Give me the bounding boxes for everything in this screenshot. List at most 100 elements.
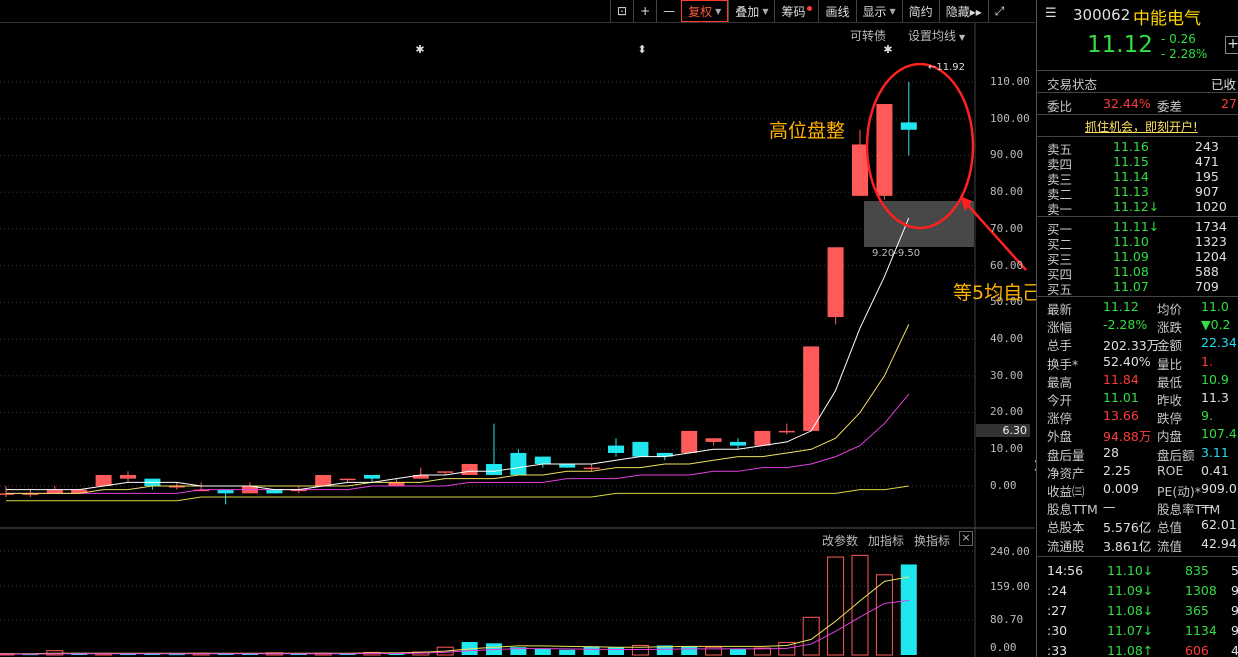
stat-label: 股息TTM bbox=[1047, 502, 1098, 518]
bid-volume: 1204 bbox=[1195, 249, 1227, 264]
stat-label: 净资产 bbox=[1047, 465, 1085, 481]
candle-body bbox=[217, 489, 234, 494]
ask-price: 11.14 bbox=[1113, 169, 1149, 184]
expand-icon: ⤢ bbox=[994, 3, 1005, 18]
candle-body bbox=[681, 430, 698, 453]
stat-label: 涨跌 bbox=[1157, 320, 1183, 336]
price-axis-label: 40.00 bbox=[990, 331, 1024, 345]
volume-bar bbox=[681, 646, 698, 655]
price-axis-label: 20.00 bbox=[990, 405, 1024, 419]
draw-line-label: 画线 bbox=[825, 4, 850, 19]
display-button[interactable]: 显示 ▼ bbox=[855, 0, 902, 22]
stat-value: 62.01 bbox=[1201, 517, 1237, 533]
tick-price: 11.08↓ bbox=[1107, 603, 1154, 618]
draw-line-button[interactable]: 画线 bbox=[818, 0, 855, 22]
bid-price: 11.11↓ bbox=[1113, 219, 1160, 234]
tick-volume: 1134 bbox=[1185, 623, 1217, 638]
ask-volume: 471 bbox=[1195, 154, 1219, 169]
volume-bar bbox=[705, 646, 723, 656]
volume-axis-label: 80.70 bbox=[990, 613, 1024, 626]
chips-button[interactable]: 筹码 bbox=[774, 0, 818, 22]
stat-label: 流值 bbox=[1157, 538, 1183, 554]
stat-label: 最低 bbox=[1157, 374, 1183, 390]
hide-button[interactable]: 隐藏▸▸ bbox=[938, 0, 988, 22]
fullscreen-button[interactable]: ⤢ bbox=[987, 0, 1011, 22]
stat-value: -2.28% bbox=[1103, 317, 1148, 333]
stat-value: — bbox=[1201, 499, 1214, 515]
stat-label: 盘后额 bbox=[1157, 447, 1195, 463]
stat-value: ▼0.2 bbox=[1201, 317, 1231, 333]
overlay-button[interactable]: 叠加 ▼ bbox=[728, 0, 774, 22]
divider bbox=[1037, 114, 1238, 115]
chips-label: 筹码 bbox=[781, 4, 806, 19]
stat-label: 总值 bbox=[1157, 520, 1183, 536]
lock-icon: ⊡ bbox=[617, 4, 628, 18]
stat-label: 流通股 bbox=[1047, 538, 1085, 554]
minus-icon: — bbox=[663, 4, 676, 18]
candle-body bbox=[46, 489, 63, 494]
stat-value: 52.40% bbox=[1103, 353, 1151, 369]
volume-bar bbox=[875, 574, 893, 656]
zoom-out-button[interactable]: — bbox=[656, 0, 681, 22]
high-price-marker: ←11.92 bbox=[928, 62, 966, 73]
candle-body bbox=[754, 430, 771, 446]
lock-button[interactable]: ⊡ bbox=[610, 0, 633, 22]
stat-value: 22.34 bbox=[1201, 335, 1237, 351]
last-price: 11.12 bbox=[1087, 32, 1153, 58]
volume-bar bbox=[559, 649, 576, 655]
range-box bbox=[864, 201, 974, 247]
close-indicator-button[interactable]: × bbox=[959, 531, 973, 546]
candle-body bbox=[486, 463, 502, 475]
candle-body bbox=[461, 463, 478, 475]
tick-extra: 4 bbox=[1231, 643, 1238, 657]
add-indicator-link[interactable]: 加指标 bbox=[868, 532, 904, 549]
high-price-value: 11.92 bbox=[936, 62, 966, 73]
volume-ma-line bbox=[0, 576, 909, 655]
tick-extra: 9 bbox=[1231, 603, 1238, 618]
candle-body bbox=[437, 471, 454, 473]
stat-value: 107.45 bbox=[1201, 426, 1238, 442]
simple-button[interactable]: 简约 bbox=[901, 0, 939, 22]
stat-label: 换手* bbox=[1047, 356, 1079, 372]
stat-value: 3.11 bbox=[1201, 444, 1229, 460]
stat-value: 3.861亿 bbox=[1103, 538, 1152, 554]
stat-value: 9. bbox=[1201, 408, 1213, 424]
stat-value: — bbox=[1103, 499, 1116, 515]
zoom-in-button[interactable]: + bbox=[633, 0, 656, 22]
stat-label: 昨收 bbox=[1157, 393, 1183, 408]
stat-value: 11.12 bbox=[1103, 299, 1139, 314]
stat-value: 13.66 bbox=[1103, 408, 1139, 424]
bid-volume: 1734 bbox=[1195, 219, 1227, 234]
price-axis-label: 60.00 bbox=[990, 258, 1024, 272]
candle-body bbox=[778, 430, 795, 433]
volume-bar bbox=[730, 648, 746, 655]
menu-icon[interactable]: ☰ bbox=[1045, 6, 1057, 21]
adjust-button[interactable]: 复权 ▼ bbox=[681, 0, 729, 22]
divider bbox=[1037, 296, 1238, 297]
volume-axis-label: 159.00 bbox=[990, 580, 1030, 593]
tick-volume: 1308 bbox=[1185, 583, 1217, 598]
caret-down-icon: ▼ bbox=[889, 6, 896, 16]
stat-value: 0.009 bbox=[1103, 481, 1139, 496]
candle-body bbox=[632, 441, 649, 457]
notify-dot-icon bbox=[807, 5, 813, 11]
consolidation-annotation: 高位盘整 bbox=[769, 120, 846, 142]
stat-label: PE(动)* bbox=[1157, 484, 1201, 499]
switch-indicator-link[interactable]: 换指标 bbox=[914, 532, 950, 549]
price-chart[interactable]: ✱ ⬍ ✱ bbox=[0, 23, 1035, 657]
stat-label: 今开 bbox=[1047, 393, 1073, 408]
tick-price: 11.08↑ bbox=[1107, 643, 1154, 657]
stat-value: 2.25 bbox=[1103, 462, 1131, 478]
status-value: 已收 bbox=[1211, 77, 1237, 92]
ma5-line bbox=[6, 217, 910, 491]
candle-body bbox=[510, 452, 527, 475]
caret-down-icon: ▼ bbox=[715, 6, 722, 16]
stat-value: 11.84 bbox=[1103, 371, 1139, 387]
open-account-promo[interactable]: 抓住机会，即刻开户! bbox=[1085, 118, 1198, 135]
candle-body bbox=[803, 346, 820, 431]
add-watchlist-button[interactable]: + bbox=[1225, 36, 1238, 54]
bid-volume: 588 bbox=[1195, 264, 1219, 279]
tick-extra: 9 bbox=[1231, 583, 1238, 598]
weicha-value: 27 bbox=[1221, 96, 1237, 111]
change-param-link[interactable]: 改参数 bbox=[822, 532, 858, 549]
